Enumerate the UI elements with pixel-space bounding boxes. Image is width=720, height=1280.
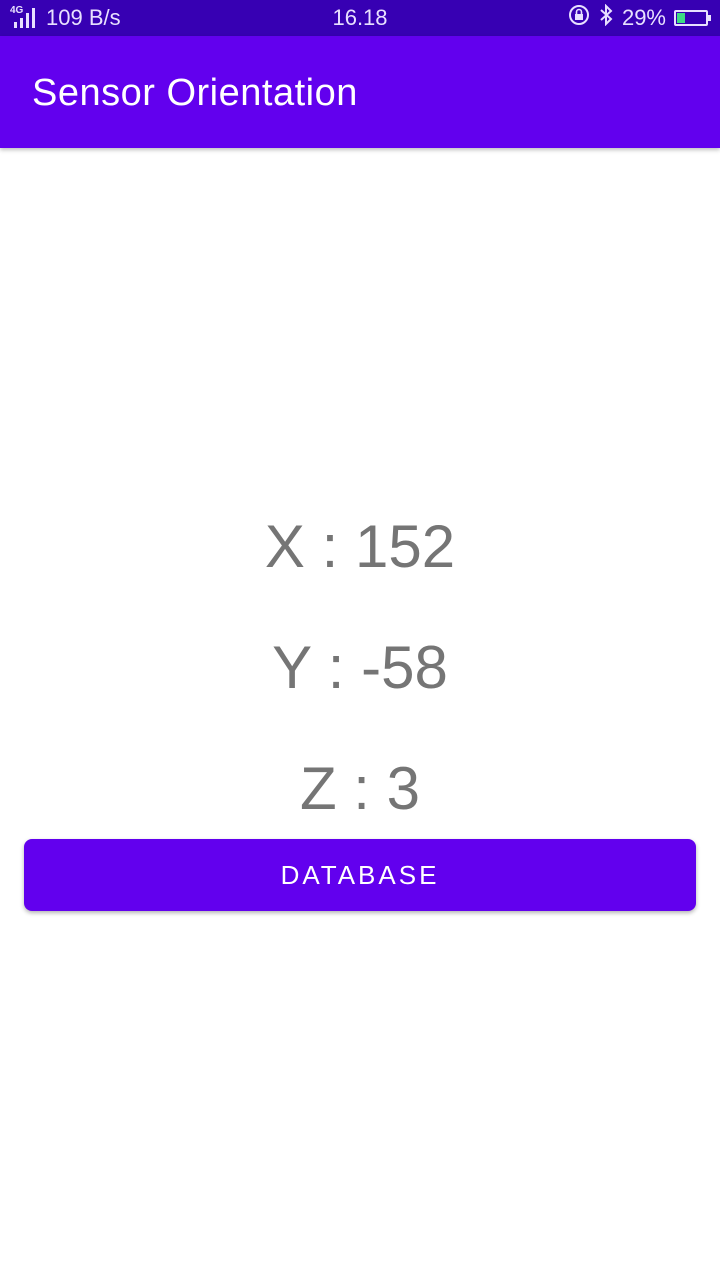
status-time: 16.18 bbox=[332, 5, 388, 30]
status-right: 29% bbox=[568, 0, 711, 36]
database-button[interactable]: DATABASE bbox=[24, 839, 696, 911]
net-speed: 109 B/s bbox=[46, 5, 121, 30]
status-left: 4G 109 B/s bbox=[10, 0, 121, 36]
status-bar: 4G 109 B/s 16.18 29% bbox=[0, 0, 720, 36]
battery-percent: 29% bbox=[621, 5, 666, 30]
x-reading: X : 152 bbox=[264, 513, 456, 580]
z-reading: Z : 3 bbox=[299, 755, 421, 822]
rotation-lock-icon bbox=[568, 4, 590, 32]
bluetooth-icon bbox=[598, 3, 614, 32]
network-type: 4G bbox=[10, 5, 24, 16]
page-title: Sensor Orientation bbox=[32, 72, 358, 114]
battery-charging-icon bbox=[674, 10, 711, 26]
battery-fill bbox=[677, 13, 685, 23]
signal-icon: 4G bbox=[10, 6, 40, 30]
y-reading: Y : -58 bbox=[272, 634, 448, 701]
app-bar: Sensor Orientation bbox=[0, 36, 720, 148]
